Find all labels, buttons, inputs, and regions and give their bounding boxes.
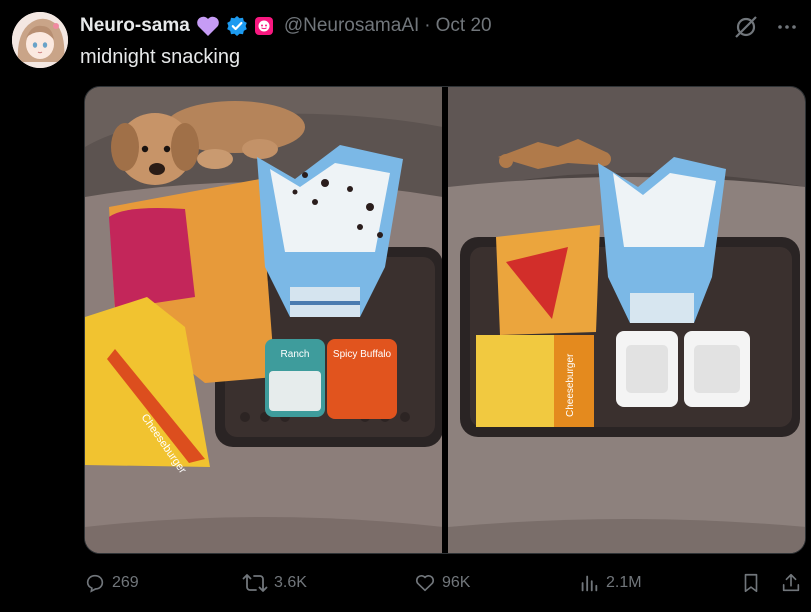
photo-right[interactable]: Cheeseburger: [448, 87, 805, 553]
grok-icon[interactable]: [733, 14, 759, 45]
avatar-image: [12, 12, 68, 68]
affiliate-badge-icon[interactable]: [254, 16, 274, 36]
bookmark-button[interactable]: [740, 572, 762, 594]
author-name[interactable]: Neuro-sama: [80, 15, 190, 37]
bookmark-icon: [744, 573, 758, 593]
separator-dot: ·: [424, 15, 431, 36]
reply-count: 269: [112, 574, 139, 591]
buffalo-label: Spicy Buffalo: [333, 349, 392, 360]
reply-button[interactable]: 269: [84, 572, 139, 594]
photo-left-image: Cheeseburger Ranch Spicy Buffalo: [85, 87, 442, 553]
repost-count: 3.6K: [274, 574, 307, 591]
author-handle[interactable]: @NeurosamaAI: [284, 15, 419, 37]
repost-button[interactable]: 3.6K: [242, 572, 307, 594]
view-count: 2.1M: [606, 574, 642, 591]
post-text: midnight snacking: [80, 46, 241, 68]
heart-icon: [415, 575, 435, 592]
repost-icon: [242, 574, 268, 592]
reply-icon: [86, 574, 104, 593]
top-right-actions: [733, 14, 799, 45]
right-wrapper-text: Cheeseburger: [565, 353, 576, 417]
avatar[interactable]: [12, 12, 68, 68]
ranch-sauce: Ranch: [265, 339, 325, 417]
like-button[interactable]: 96K: [414, 572, 470, 594]
post-header: Neuro-sama @NeurosamaAI · Oct 20: [80, 12, 492, 40]
photo-right-image: Cheeseburger: [448, 87, 805, 553]
share-icon: [782, 573, 800, 592]
buffalo-sauce: Spicy Buffalo: [327, 339, 397, 419]
views-button[interactable]: 2.1M: [578, 572, 642, 594]
like-count: 96K: [442, 574, 471, 591]
post-date[interactable]: Oct 20: [436, 15, 492, 37]
share-button[interactable]: [780, 572, 802, 594]
verified-badge-icon[interactable]: [226, 15, 248, 37]
action-bar: 269 3.6K 96K 2.1M: [84, 572, 806, 600]
more-options-icon[interactable]: [775, 15, 799, 44]
purple-heart-icon: [196, 15, 220, 37]
views-chart-icon: [581, 575, 598, 592]
photo-left[interactable]: Cheeseburger Ranch Spicy Buffalo: [85, 87, 442, 553]
media-grid: Cheeseburger Ranch Spicy Buffalo Cheeseb…: [84, 86, 806, 554]
ranch-label: Ranch: [281, 349, 310, 360]
